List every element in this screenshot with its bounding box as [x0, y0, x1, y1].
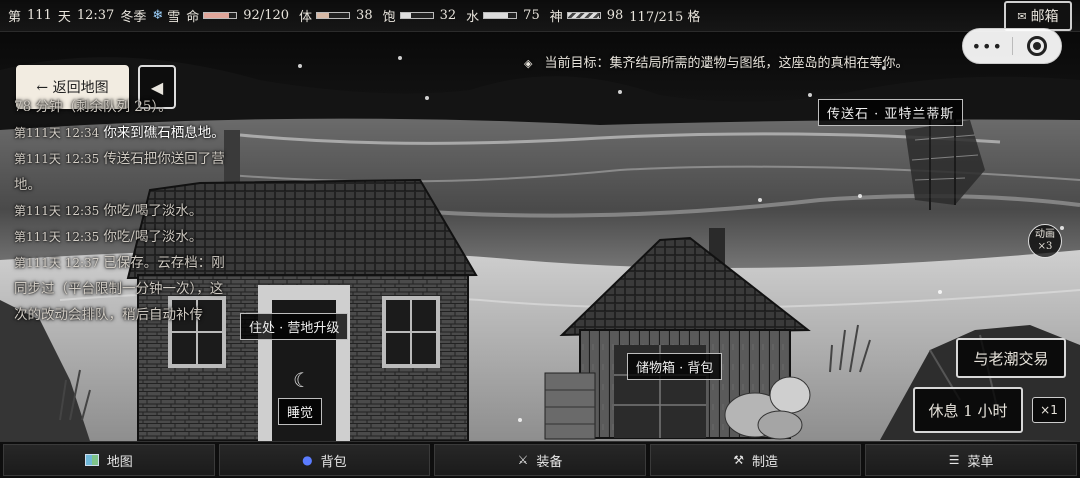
hunger-value: 32 [439, 8, 457, 23]
stamina-bar-fill [317, 13, 330, 18]
log-entry: 第111天 12:35 传送石把你送回了营地。 [14, 146, 236, 198]
day-prefix: 第 [8, 10, 22, 25]
nav-crafting-button[interactable]: ⚒ 制造 [649, 444, 862, 476]
residence-hotspot[interactable]: 住处 · 营地升级 [240, 313, 349, 340]
current-objective: ◈ 当前目标：集齐结局所需的遗物与图纸，这座岛的真相在等你。 [524, 52, 908, 71]
hp-value: 92/120 [243, 8, 290, 23]
log-message: 你吃/喝了淡水。 [103, 229, 203, 245]
hammer-icon: ⚒ [733, 453, 744, 467]
stamina-value: 38 [356, 8, 373, 23]
more-options-button[interactable]: ••• [963, 37, 1012, 56]
day-counter: 111 [27, 8, 52, 23]
season-label: 冬季 [120, 10, 147, 25]
hunger-bar-fill [400, 13, 411, 18]
hunger-bar [399, 12, 434, 19]
mind-bar [566, 12, 601, 19]
log-message: 78 分钟（剩余队列 25）。 [14, 99, 172, 115]
status-bar: 第 111 天 12:37 冬季 ❄ 雪 命 92/120 体 38 饱 32 … [0, 0, 1080, 32]
bottom-nav: 地图 ● 背包 ⚔ 装备 ⚒ 制造 ☰ 菜单 [0, 441, 1080, 478]
log-entry: 第111天 12:35 你吃/喝了淡水。 [14, 224, 236, 250]
hunger-label: 饱 [382, 10, 396, 25]
menu-icon: ☰ [948, 453, 960, 467]
log-timestamp: 第111天 12:34 [14, 126, 100, 140]
log-timestamp: 第111天 12:35 [14, 152, 100, 166]
storage-hotspot[interactable]: 储物箱 · 背包 [627, 353, 723, 380]
nav-backpack-button[interactable]: ● 背包 [218, 444, 431, 476]
snowflake-icon: ❄ [152, 8, 164, 23]
trade-button[interactable]: 与老潮交易 [956, 338, 1066, 378]
log-message: 你来到礁石栖息地。 [103, 125, 225, 141]
rest-multiplier-button[interactable]: ×1 [1032, 397, 1066, 423]
mind-label: 神 [549, 10, 563, 25]
water-bar-fill [484, 13, 509, 18]
stamina-label: 体 [299, 10, 313, 25]
animation-speed-toggle[interactable]: 动画 ×3 [1028, 224, 1062, 258]
day-suffix: 天 [57, 10, 71, 25]
speed-value: ×3 [1037, 241, 1053, 252]
hp-label: 命 [186, 10, 200, 25]
log-entry: 第111天 12:35 你吃/喝了淡水。 [14, 198, 236, 224]
water-bar [483, 12, 518, 19]
nav-menu-button[interactable]: ☰ 菜单 [865, 444, 1077, 476]
water-value: 75 [523, 8, 540, 23]
log-timestamp: 第111天 12:37 [14, 256, 100, 270]
speed-label: 动画 [1035, 229, 1055, 240]
carry-weight: 117/215 格 [629, 10, 701, 25]
log-timestamp: 第111天 12:35 [14, 204, 100, 218]
log-entry: 78 分钟（剩余队列 25）。 [14, 94, 236, 120]
nav-menu-label: 菜单 [967, 454, 994, 470]
objective-marker-icon: ◈ [524, 57, 533, 70]
mailbox-button[interactable]: ✉ 邮箱 [1004, 1, 1072, 31]
event-log: 78 分钟（剩余队列 25）。 第111天 12:34 你来到礁石栖息地。 第111天… [14, 99, 236, 328]
nav-equipment-label: 装备 [536, 454, 563, 470]
objective-text: 当前目标：集齐结局所需的遗物与图纸，这座岛的真相在等你。 [544, 56, 909, 71]
rest-button[interactable]: 休息 1 小时 [913, 387, 1023, 433]
log-entry: 第111天 12:37 已保存。云存档：刚同步过（平台限制一分钟一次），这次的改动… [14, 250, 236, 328]
hp-bar [203, 12, 238, 19]
miniprogram-capsule: ••• [962, 28, 1062, 64]
stamina-bar [316, 12, 351, 19]
close-target-button[interactable] [1012, 36, 1061, 56]
backpack-icon: ● [302, 453, 313, 467]
mind-value: 98 [606, 8, 624, 23]
nav-backpack-label: 背包 [320, 454, 347, 470]
map-icon [84, 454, 99, 466]
nav-map-label: 地图 [106, 454, 133, 470]
mind-bar-fill [567, 13, 600, 18]
hp-bar-fill [204, 13, 229, 18]
mailbox-label: 邮箱 [1030, 9, 1059, 25]
teleport-stone-hotspot[interactable]: 传送石 · 亚特兰蒂斯 [818, 99, 964, 126]
nav-equipment-button[interactable]: ⚔ 装备 [434, 444, 646, 476]
moon-icon: ☾ [293, 368, 311, 392]
weather-label: 雪 [167, 10, 181, 25]
log-timestamp: 第111天 12:35 [14, 230, 100, 244]
clock-time: 12:37 [76, 8, 115, 23]
nav-crafting-label: 制造 [751, 454, 778, 470]
swords-icon: ⚔ [517, 453, 529, 467]
target-icon [1026, 36, 1047, 56]
log-message: 你吃/喝了淡水。 [103, 203, 203, 219]
nav-map-button[interactable]: 地图 [3, 444, 215, 476]
envelope-icon: ✉ [1017, 9, 1027, 23]
log-entry: 第111天 12:34 你来到礁石栖息地。 [14, 120, 236, 146]
sleep-button[interactable]: 睡觉 [278, 398, 323, 425]
water-label: 水 [466, 10, 480, 25]
